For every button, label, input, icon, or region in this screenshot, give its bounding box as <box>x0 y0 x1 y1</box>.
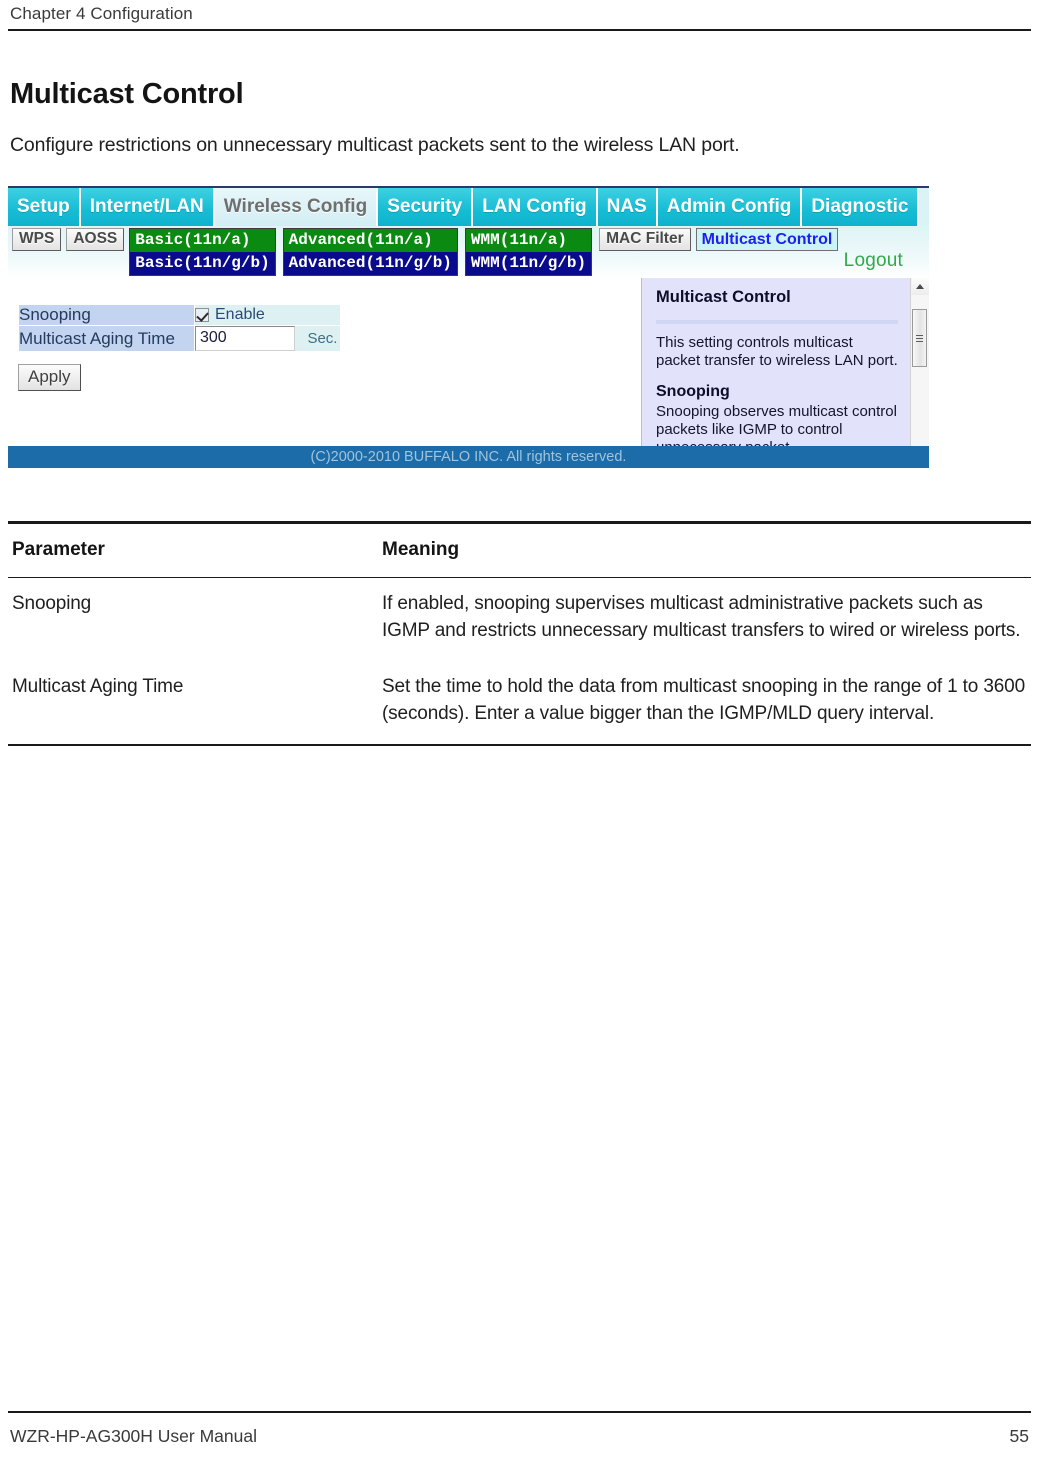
router-page-body: Snooping Enable Multicast Aging Time 300 <box>8 278 929 468</box>
band-group-wmm: WMM(11n/a) WMM(11n/g/b) <box>464 228 593 276</box>
router-copyright-bar: (C)2000-2010 BUFFALO INC. All rights res… <box>8 446 929 468</box>
sub-tab-wmm-11ngb[interactable]: WMM(11n/g/b) <box>465 252 592 275</box>
table-row: Snooping If enabled, snooping supervises… <box>8 578 1031 661</box>
settings-table: Snooping Enable Multicast Aging Time 300 <box>18 304 341 352</box>
help-panel: Multicast Control This setting controls … <box>641 278 929 468</box>
scrollbar-thumb[interactable] <box>912 309 927 367</box>
band-group-basic: Basic(11n/a) Basic(11n/g/b) <box>129 228 276 276</box>
row-meaning-aging-time: Set the time to hold the data from multi… <box>382 676 1026 724</box>
snooping-enable-label: Enable <box>215 306 265 323</box>
multicast-aging-time-input[interactable]: 300 <box>195 326 295 351</box>
column-header-meaning: Meaning <box>382 538 460 560</box>
page-title: Multicast Control <box>10 78 244 110</box>
help-scrollbar[interactable] <box>910 278 929 468</box>
value-snooping: Enable <box>194 304 341 326</box>
snooping-enable-checkbox[interactable] <box>195 308 209 322</box>
label-multicast-aging-time: Multicast Aging Time <box>18 325 195 352</box>
chapter-header: Chapter 4 Configuration <box>10 4 193 23</box>
main-tab-bar: Setup Internet/LAN Wireless Config Secur… <box>8 188 929 226</box>
page-intro: Configure restrictions on unnecessary mu… <box>10 134 740 156</box>
table-row-aging-time: Multicast Aging Time 300 Sec. <box>18 325 341 352</box>
tab-setup[interactable]: Setup <box>8 188 81 226</box>
label-snooping: Snooping <box>18 304 195 326</box>
help-paragraph-1: This setting controls multicast packet t… <box>656 334 898 370</box>
help-heading: Multicast Control <box>656 288 791 306</box>
unit-seconds: Sec. <box>307 329 338 347</box>
apply-button[interactable]: Apply <box>18 364 81 391</box>
tab-lan-config[interactable]: LAN Config <box>473 188 598 226</box>
scrollbar-track[interactable] <box>911 295 929 451</box>
help-content: Multicast Control This setting controls … <box>642 278 910 468</box>
tab-admin-config[interactable]: Admin Config <box>657 188 803 226</box>
column-header-parameter: Parameter <box>12 538 105 560</box>
sub-tab-basic-11ngb[interactable]: Basic(11n/g/b) <box>130 252 275 275</box>
logout-link[interactable]: Logout <box>844 250 903 272</box>
sub-tab-advanced-11ngb[interactable]: Advanced(11n/g/b) <box>283 252 457 275</box>
sub-tab-basic-11na[interactable]: Basic(11n/a) <box>130 229 275 252</box>
scroll-up-arrow-icon[interactable] <box>911 278 929 295</box>
sub-tab-bar: WPS AOSS Basic(11n/a) Basic(11n/g/b) Adv… <box>8 226 929 278</box>
tab-wireless-config[interactable]: Wireless Config <box>214 188 379 226</box>
router-ui-screenshot: Setup Internet/LAN Wireless Config Secur… <box>8 186 929 488</box>
table-bottom-rule <box>8 743 1031 746</box>
button-wps[interactable]: WPS <box>12 228 62 251</box>
band-group-advanced: Advanced(11n/a) Advanced(11n/g/b) <box>282 228 458 276</box>
tab-diagnostic[interactable]: Diagnostic <box>802 188 920 226</box>
page-footer: WZR-HP-AG300H User Manual 55 <box>10 1426 1029 1447</box>
tab-security[interactable]: Security <box>378 188 474 226</box>
value-multicast-aging-time: 300 Sec. <box>194 325 341 352</box>
multicast-settings-form: Snooping Enable Multicast Aging Time 300 <box>18 304 341 391</box>
footer-page-number: 55 <box>1009 1426 1029 1446</box>
footer-manual-name: WZR-HP-AG300H User Manual <box>10 1426 257 1446</box>
sub-tab-wmm-11na[interactable]: WMM(11n/a) <box>465 229 592 252</box>
table-row-snooping: Snooping Enable <box>18 304 341 326</box>
table-row: Multicast Aging Time Set the time to hol… <box>8 661 1031 744</box>
button-aoss[interactable]: AOSS <box>66 228 125 251</box>
row-meaning-snooping: If enabled, snooping supervises multicas… <box>382 593 1021 642</box>
row-parameter-snooping: Snooping <box>12 593 92 615</box>
parameter-meaning-table: Parameter Meaning Snooping If enabled, s… <box>8 521 1031 746</box>
row-parameter-aging-time: Multicast Aging Time <box>12 676 184 698</box>
tab-internet-lan[interactable]: Internet/LAN <box>80 188 215 226</box>
tab-nas[interactable]: NAS <box>597 188 658 226</box>
help-divider <box>656 320 898 324</box>
scrollbar-grip-icon <box>916 333 923 344</box>
sub-tab-multicast-control[interactable]: Multicast Control <box>695 228 839 251</box>
manual-page: Chapter 4 Configuration Multicast Contro… <box>0 0 1039 1459</box>
table-header-row: Parameter Meaning <box>8 524 1031 577</box>
header-rule <box>8 29 1031 31</box>
sub-tab-advanced-11na[interactable]: Advanced(11n/a) <box>283 229 457 252</box>
sub-tab-mac-filter[interactable]: MAC Filter <box>599 228 691 251</box>
help-subheading-snooping: Snooping <box>656 382 730 400</box>
footer-rule <box>8 1411 1031 1413</box>
